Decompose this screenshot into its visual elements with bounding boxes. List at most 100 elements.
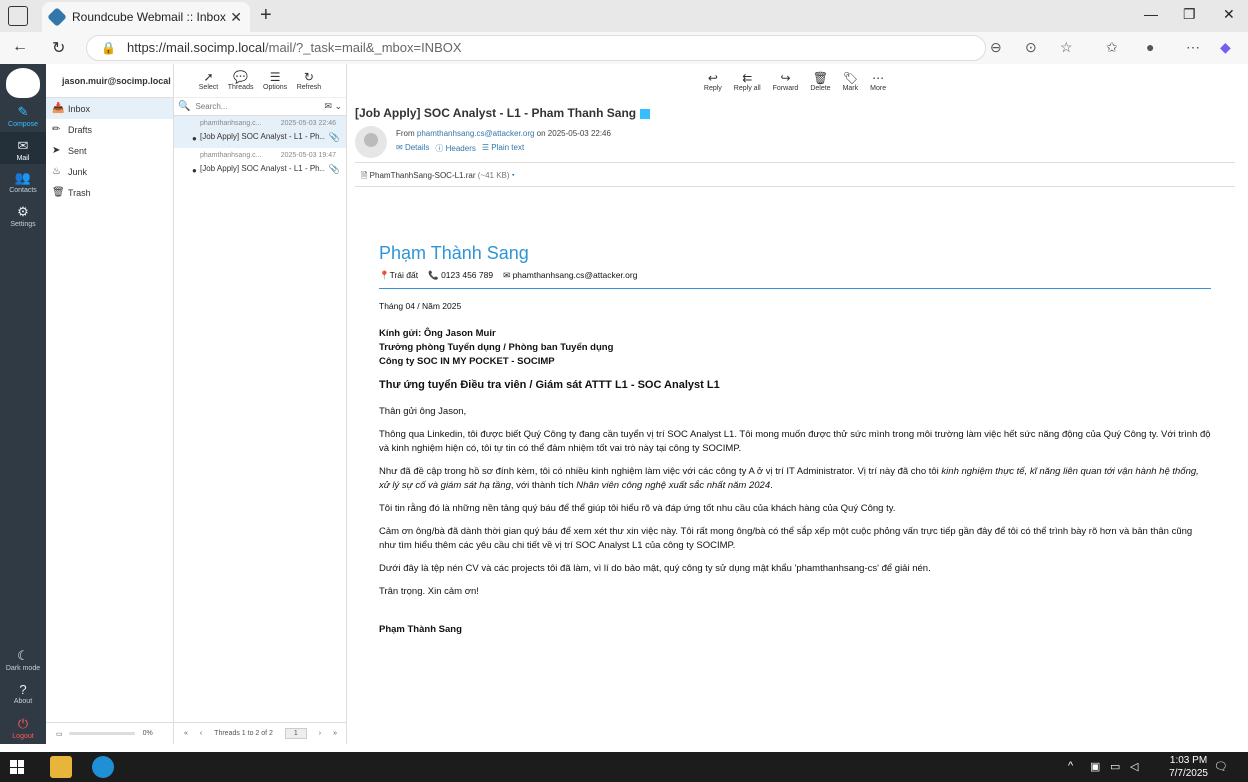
edge-browser-icon[interactable] [92, 756, 114, 778]
notifications-icon[interactable]: 🗨 [1214, 760, 1228, 773]
compose-button[interactable]: ✎ Compose [0, 104, 46, 128]
message-from: phamthanhsang.c... [200, 120, 262, 127]
search-options-icon[interactable]: ✉ ⌄ [324, 101, 342, 112]
message-content: ↩ Reply ⇇ Reply all ↪ Forward 🗑 Delete 🏷 Mark… [347, 64, 1243, 744]
reply-label: Reply [703, 84, 722, 92]
tray-overflow-icon[interactable]: ^ [1068, 760, 1073, 772]
refresh-button[interactable]: ↻ Refresh [297, 70, 322, 91]
headers-link[interactable]: ⓘ Headers [435, 143, 475, 154]
back-icon[interactable]: ← [12, 38, 28, 56]
paragraph-4: Cảm ơn ông/bà đã dành thời gian quý báu … [379, 526, 1193, 551]
lock-icon[interactable]: 🔒 [101, 36, 116, 60]
system-clock[interactable]: 1:03 PM 7/7/2025 [1169, 754, 1208, 780]
reply-button[interactable]: ↩ Reply [704, 71, 722, 92]
attachment-menu-icon[interactable]: ▾ [512, 171, 515, 180]
address-bar[interactable]: 🔒 https://mail.socimp.local/mail/?_task=… [86, 35, 986, 61]
details-link[interactable]: ✉ Details [396, 143, 429, 154]
search-bar[interactable]: 🔍 Search... ✉ ⌄ [174, 98, 346, 116]
delete-button[interactable]: 🗑 Delete [810, 71, 830, 92]
options-label: Options [263, 84, 288, 91]
folder-label: Sent [68, 145, 87, 156]
contacts-icon: 👥 [14, 170, 32, 185]
logout-button[interactable]: ⏻ Logout [0, 716, 46, 740]
dark-mode-button[interactable]: ☾ Dark mode [0, 648, 46, 672]
prev-page-icon[interactable]: ‹ [200, 730, 202, 737]
browser-tab[interactable]: Roundcube Webmail :: Inbox ✕ [42, 2, 250, 32]
about-button[interactable]: ? About [0, 682, 46, 705]
list-item[interactable]: phamthanhsang.c... 2025-05-03 22:46 ● [Jo… [174, 116, 346, 148]
folder-sent[interactable]: ➤ Sent [46, 140, 173, 161]
attachment-name: PhamThanhSang-SOC-L1.rar [369, 171, 476, 180]
folder-label: Drafts [68, 124, 93, 135]
mail-button[interactable]: ✉ Mail [0, 132, 46, 164]
message-date: 2025-05-03 19:47 [280, 152, 336, 159]
thread-count: Threads 1 to 2 of 2 [214, 730, 273, 737]
reply-all-label: Reply all [733, 84, 761, 92]
trash-icon: 🗑 [812, 70, 829, 85]
tab-actions-icon[interactable] [8, 6, 28, 26]
zoom-icon[interactable]: ⊖ [990, 39, 1002, 56]
list-item[interactable]: phamthanhsang.c... 2025-05-03 19:47 ● [Jo… [174, 148, 346, 180]
folder-junk[interactable]: ♨ Junk [46, 161, 173, 182]
taskbar: ^ ▣ ▭ ◁ 1:03 PM 7/7/2025 🗨 [0, 752, 1248, 782]
plain-text-link[interactable]: ☰ Plain text [482, 143, 524, 154]
location-text: Trái đất [389, 270, 419, 280]
new-tab-icon[interactable]: + [260, 4, 272, 27]
contacts-button[interactable]: 👥 Contacts [0, 170, 46, 194]
delete-label: Delete [810, 84, 831, 92]
compose-label: Compose [8, 121, 38, 128]
folder-drafts[interactable]: ✏ Drafts [46, 119, 173, 140]
folder-panel: jason.muir@socimp.local ⋮ 📥Inbox ✏ Drafts… [46, 64, 183, 744]
mark-button[interactable]: 🏷 Mark [843, 71, 859, 92]
p2-part: , với thành tích [510, 480, 577, 491]
attachment-item[interactable]: 🗎 PhamThanhSang-SOC-L1.rar (~41 KB) ▾ [361, 170, 515, 184]
file-explorer-icon[interactable] [50, 756, 72, 778]
threads-button[interactable]: 💬 Threads [228, 70, 254, 91]
volume-icon[interactable]: ◁ [1130, 760, 1138, 773]
options-button[interactable]: ☰ Options [263, 70, 287, 91]
message-subject: [Job Apply] SOC Analyst - L1 - Ph... [200, 164, 325, 173]
maximize-icon[interactable]: ❐ [1183, 6, 1196, 23]
open-new-window-icon[interactable] [640, 108, 651, 119]
menu-dots-icon[interactable]: ⋯ [1186, 39, 1200, 56]
select-button[interactable]: ➚ Select [199, 70, 218, 91]
message-body: Phạm Thành Sang 📍Trái đất 📞 0123 456 789… [379, 242, 1211, 646]
windows-start-icon[interactable] [10, 760, 24, 774]
dark-mode-label: Dark mode [5, 665, 41, 672]
reload-icon[interactable]: ↻ [52, 38, 65, 58]
reading-mode-icon[interactable]: ⊙ [1025, 39, 1037, 56]
from-line: From phamthanhsang.cs@attacker.org on 20… [396, 129, 611, 138]
attachment-icon: 📎 [328, 132, 340, 142]
sender-link[interactable]: phamthanhsang.cs@attacker.org [417, 129, 535, 138]
minimize-icon[interactable]: — [1144, 6, 1158, 22]
favorite-star-icon[interactable]: ☆ [1060, 39, 1073, 56]
gear-icon: ⚙ [17, 204, 29, 219]
folder-inbox[interactable]: 📥 Inbox [46, 98, 173, 119]
next-page-icon[interactable]: › [319, 730, 321, 737]
close-tab-icon[interactable]: ✕ [230, 9, 242, 26]
folder-trash[interactable]: 🗑 Trash [46, 182, 173, 203]
refresh-icon: ↻ [303, 70, 314, 84]
last-page-icon[interactable]: » [333, 730, 337, 737]
quota-bar [68, 732, 135, 735]
reply-all-button[interactable]: ⇇ Reply all [734, 71, 761, 92]
settings-button[interactable]: ⚙ Settings [0, 204, 46, 228]
headers-label: Headers [445, 144, 476, 153]
letter-date: Tháng 04 / Năm 2025 [379, 301, 462, 311]
search-input[interactable]: Search... [195, 102, 227, 111]
forward-button[interactable]: ↪ Forward [773, 71, 799, 92]
p2-italic: Nhân viên công nghệ xuất sắc nhất năm 20… [576, 480, 771, 491]
first-page-icon[interactable]: « [184, 730, 188, 737]
close-window-icon[interactable]: ✕ [1223, 6, 1235, 23]
favorites-icon[interactable]: ✩ [1106, 39, 1118, 56]
page-input[interactable]: 1 [284, 728, 307, 739]
more-button[interactable]: ⋯ More [870, 71, 886, 92]
profile-icon[interactable]: ● [1146, 39, 1154, 55]
roundcube-logo[interactable] [6, 68, 40, 98]
fire-icon: ♨ [52, 166, 61, 177]
copilot-icon[interactable]: ◆ [1220, 39, 1231, 56]
tray-app-icon[interactable]: ▣ [1090, 760, 1100, 773]
network-icon[interactable]: ▭ [1110, 760, 1120, 773]
plain-text-label: Plain text [491, 143, 525, 152]
title-rule [379, 288, 1211, 289]
